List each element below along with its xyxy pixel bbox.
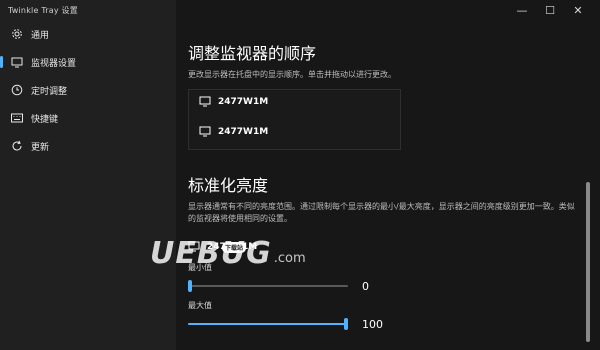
maximize-button[interactable]: ☐ — [536, 0, 564, 20]
monitor-order-list: 2477W1M 2477W1M — [188, 89, 401, 150]
minimize-button[interactable]: — — [508, 0, 536, 20]
app-title: Twinkle Tray 设置 — [8, 6, 78, 15]
clock-icon — [10, 84, 23, 97]
gear-icon — [10, 28, 23, 41]
monitor-name: 2477W1M — [207, 241, 258, 252]
sidebar-item-label: 定时调整 — [31, 86, 68, 97]
monitor-name: 2477W1M — [218, 96, 269, 107]
slider-thumb[interactable] — [188, 280, 192, 292]
monitor-order-item[interactable]: 2477W1M — [199, 96, 268, 107]
window-controls: — ☐ ✕ — [508, 0, 592, 20]
sidebar-item-label: 快捷键 — [31, 114, 59, 125]
sidebar-nav: 通用 监视器设置 定时调整 快捷键 更新 — [0, 20, 176, 160]
sidebar-item-hotkeys[interactable]: 快捷键 — [0, 104, 176, 132]
sidebar-item-label: 监视器设置 — [31, 58, 77, 69]
reorder-description: 更改显示器在托盘中的显示顺序。单击并拖动以进行更改。 — [188, 70, 396, 79]
sidebar-item-label: 通用 — [31, 30, 50, 41]
min-brightness-slider[interactable] — [188, 280, 348, 292]
normalize-monitor: 2477W1M — [188, 241, 257, 252]
min-value: 0 — [362, 280, 369, 293]
main-content: — ☐ ✕ 调整监视器的顺序 更改显示器在托盘中的显示顺序。单击并拖动以进行更改… — [176, 0, 592, 350]
reorder-title: 调整监视器的顺序 — [188, 44, 317, 63]
monitor-icon — [188, 241, 200, 252]
max-brightness-slider[interactable] — [188, 318, 348, 330]
normalize-description-line: 显示器通常有不同的亮度范围。通过限制每个显示器的最小/最大亮度，显示器之间的亮度… — [188, 202, 575, 211]
sidebar-item-updates[interactable]: 更新 — [0, 132, 176, 160]
normalize-title: 标准化亮度 — [188, 176, 269, 195]
sidebar-item-schedule[interactable]: 定时调整 — [0, 76, 176, 104]
sidebar-item-label: 更新 — [31, 142, 50, 153]
normalize-description: 显示器通常有不同的亮度范围。通过限制每个显示器的最小/最大亮度，显示器之间的亮度… — [188, 201, 575, 225]
max-label: 最大值 — [188, 301, 212, 310]
sidebar-item-monitor-settings[interactable]: 监视器设置 — [0, 48, 176, 76]
slider-fill — [188, 323, 348, 325]
monitor-icon — [199, 126, 211, 137]
min-label: 最小值 — [188, 263, 212, 272]
max-value: 100 — [362, 318, 383, 331]
monitor-name: 2477W1M — [218, 126, 269, 137]
refresh-icon — [10, 140, 23, 153]
keyboard-icon — [10, 112, 23, 125]
normalize-description-line: 的监视器将使用相同的设置。 — [188, 214, 292, 223]
monitor-icon — [199, 96, 211, 107]
sidebar-item-general[interactable]: 通用 — [0, 20, 176, 48]
monitor-icon — [10, 56, 23, 69]
scrollbar-thumb[interactable] — [586, 182, 590, 342]
sidebar: Twinkle Tray 设置 通用 监视器设置 定时调整 快捷键 更新 — [0, 0, 176, 350]
slider-track — [188, 285, 348, 287]
monitor-order-item[interactable]: 2477W1M — [199, 126, 268, 137]
scrollbar[interactable] — [584, 0, 592, 350]
slider-thumb[interactable] — [344, 318, 348, 330]
